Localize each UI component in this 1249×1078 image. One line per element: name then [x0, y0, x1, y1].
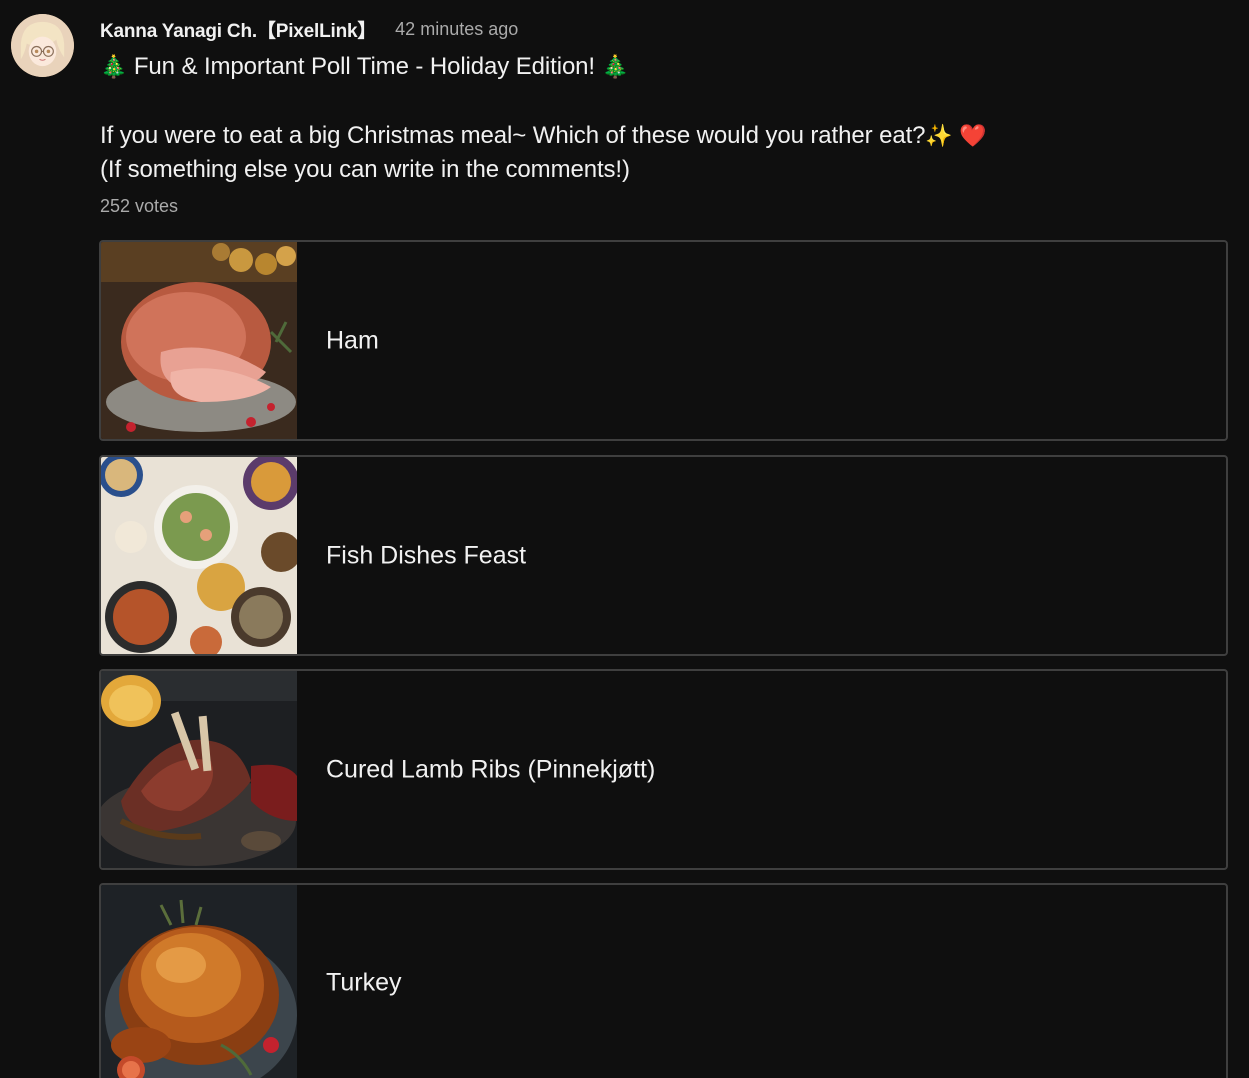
post-title-text: Fun & Important Poll Time - Holiday Edit… — [133, 53, 596, 80]
heart-icon: ❤️ — [959, 123, 987, 148]
poll-option-fish-dishes-feast[interactable]: Fish Dishes Feast — [99, 455, 1228, 656]
lamb-ribs-image — [101, 671, 297, 868]
post-subtext: (If something else you can write in the … — [100, 156, 630, 183]
community-post: Kanna Yanagi Ch.【PixelLink】 42 minutes a… — [0, 0, 1249, 1078]
ham-image — [101, 242, 297, 439]
channel-avatar[interactable] — [11, 14, 74, 77]
poll-option-label: Fish Dishes Feast — [326, 541, 527, 569]
fish-feast-image — [101, 457, 297, 654]
poll-option-cured-lamb-ribs[interactable]: Cured Lamb Ribs (Pinnekjøtt) — [99, 669, 1228, 870]
christmas-tree-icon: 🎄 — [100, 54, 128, 79]
vote-count: 252 votes — [100, 196, 179, 216]
post-question-text: If you were to eat a big Christmas meal~… — [100, 122, 926, 149]
post-header: Kanna Yanagi Ch.【PixelLink】 42 minutes a… — [100, 16, 518, 43]
post-question: If you were to eat a big Christmas meal~… — [100, 122, 987, 150]
poll-option-ham[interactable]: Ham — [99, 240, 1228, 441]
sparkles-icon: ✨ — [925, 123, 953, 148]
turkey-image — [101, 885, 297, 1078]
christmas-tree-icon: 🎄 — [601, 54, 629, 79]
avatar-image — [11, 14, 74, 77]
poll-option-label: Turkey — [326, 968, 402, 997]
author-name[interactable]: Kanna Yanagi Ch.【PixelLink】 — [100, 16, 376, 43]
poll-option-label: Cured Lamb Ribs (Pinnekjøtt) — [326, 755, 656, 783]
poll-option-label: Ham — [326, 326, 379, 354]
post-title: 🎄 Fun & Important Poll Time - Holiday Ed… — [100, 53, 629, 81]
post-time[interactable]: 42 minutes ago — [395, 19, 518, 40]
poll-option-turkey[interactable]: Turkey — [99, 883, 1228, 1078]
